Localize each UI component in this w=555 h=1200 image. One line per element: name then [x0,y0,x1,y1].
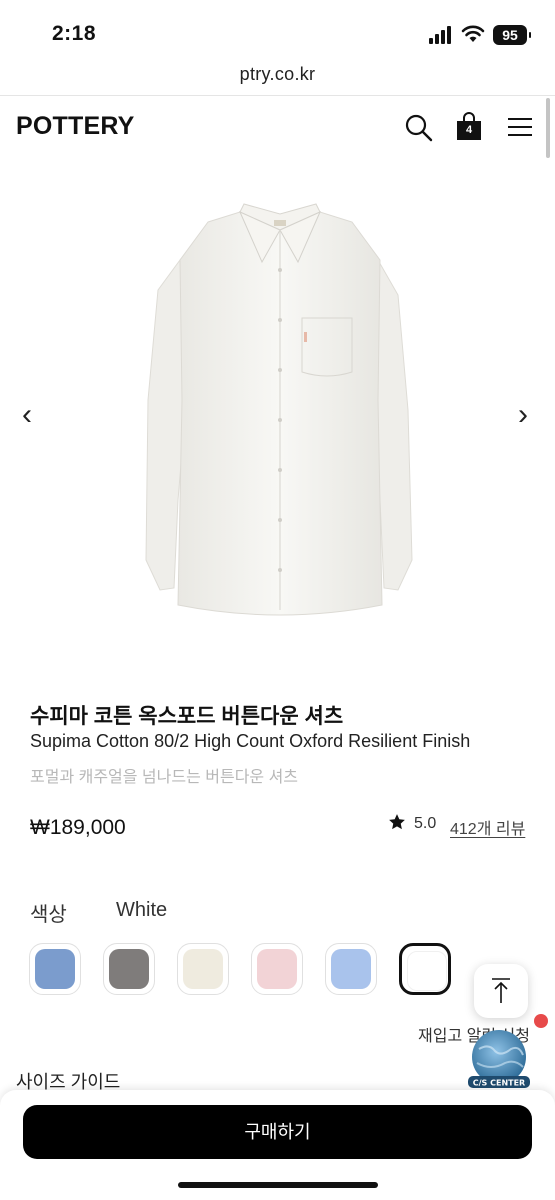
selected-color: White [116,899,168,921]
site-logo[interactable]: POTTERY [16,112,135,141]
cs-center-text: C/S CENTER [473,1079,525,1088]
page-scrollbar[interactable] [546,98,550,158]
product-price: ₩189,000 [30,816,126,839]
cellular-signal-icon [429,26,451,44]
search-icon[interactable] [404,113,434,143]
cart-count-badge: 4 [465,124,473,136]
notification-dot [534,1014,548,1028]
product-title: 수피마 코튼 옥스포드 버튼다운 셔츠 [30,705,344,728]
product-subtitle: 포멀과 캐주얼을 넘나드는 버튼다운 셔츠 [30,769,299,786]
status-time: 2:18 [52,22,97,45]
color-swatch-white[interactable] [399,943,451,995]
scroll-to-top-button[interactable] [474,964,528,1018]
buy-button[interactable]: 구매하기 [23,1105,532,1159]
arrow-up-icon [492,978,510,1003]
swatch-fill [109,949,149,989]
battery-indicator: 95 [493,25,531,45]
reviews-link[interactable]: 412개 리뷰 [450,815,525,839]
swatch-fill [183,949,223,989]
gallery-prev-button[interactable]: ‹ [22,400,32,430]
color-swatch-gray[interactable] [103,943,155,995]
address-bar[interactable]: ptry.co.kr [0,64,555,85]
swatch-fill [257,949,297,989]
color-swatch-blue[interactable] [29,943,81,995]
divider [0,95,555,96]
gallery-next-button[interactable]: › [518,400,528,430]
star-icon [389,814,405,830]
home-indicator [178,1182,378,1188]
color-swatch-ivory[interactable] [177,943,229,995]
swatch-fill [407,951,447,991]
color-label: 색상 [30,904,67,926]
status-bar: 2:18 95 [0,0,555,62]
product-title-en: Supima Cotton 80/2 High Count Oxford Res… [30,731,471,751]
hamburger-menu-icon[interactable] [506,116,534,138]
color-swatch-light-blue[interactable] [325,943,377,995]
product-image[interactable] [130,200,430,630]
rating-score: 5.0 [414,815,437,832]
swatch-fill [35,949,75,989]
swatch-fill [331,949,371,989]
wifi-icon [461,25,485,42]
cs-center-badge[interactable]: C/S CENTER [465,1027,533,1095]
color-swatch-pink[interactable] [251,943,303,995]
